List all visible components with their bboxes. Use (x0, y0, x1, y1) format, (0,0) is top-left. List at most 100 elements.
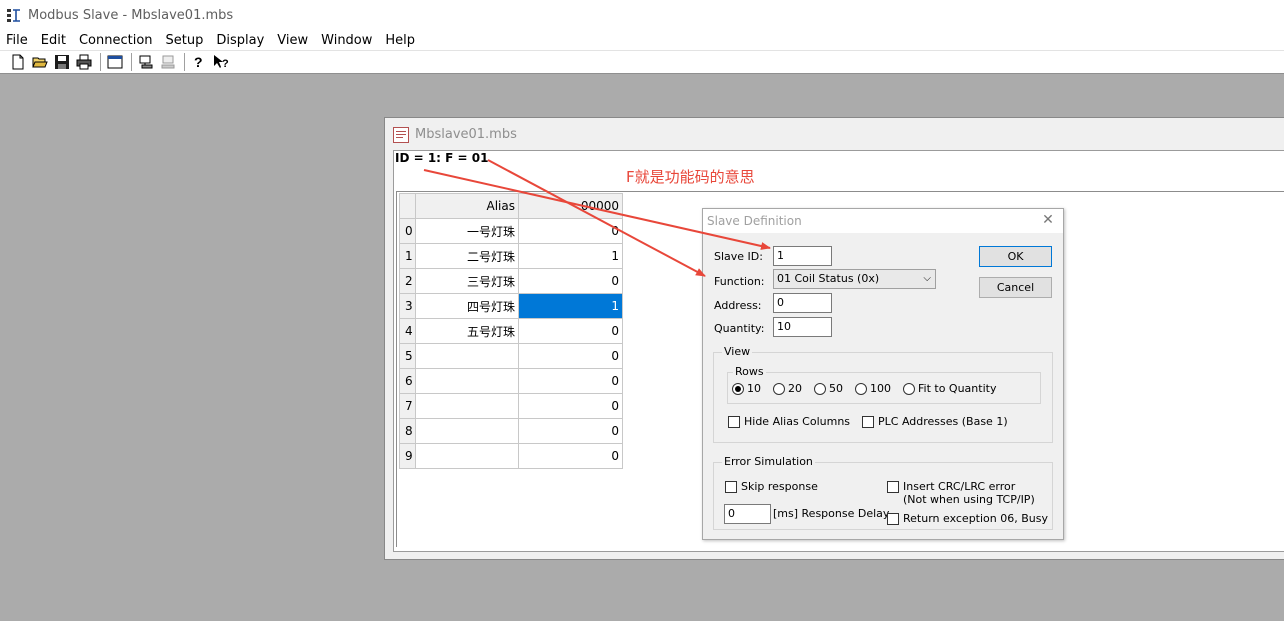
alias-cell[interactable]: 一号灯珠 (415, 218, 519, 244)
value-cell[interactable]: 0 (518, 443, 623, 469)
row-number[interactable]: 4 (399, 318, 416, 344)
rows-option-fit[interactable]: Fit to Quantity (903, 382, 996, 395)
hide-alias-checkbox[interactable]: Hide Alias Columns (728, 415, 850, 428)
checkbox-box[interactable] (887, 481, 899, 493)
row-number[interactable]: 8 (399, 418, 416, 444)
table-row[interactable]: 4 五号灯珠 0 (399, 318, 623, 344)
checkbox-box[interactable] (728, 416, 740, 428)
value-cell[interactable]: 0 (518, 218, 623, 244)
radio-button[interactable] (903, 382, 915, 395)
row-number[interactable]: 9 (399, 443, 416, 469)
response-delay-field[interactable]: 0 (724, 504, 771, 524)
checkbox-box[interactable] (725, 481, 737, 493)
alias-cell[interactable]: 四号灯珠 (415, 293, 519, 319)
alias-cell[interactable]: 五号灯珠 (415, 318, 519, 344)
alias-cell[interactable] (415, 343, 519, 369)
window-icon[interactable] (105, 52, 125, 72)
alias-column-header[interactable]: Alias (415, 193, 519, 219)
row-number[interactable]: 0 (399, 218, 416, 244)
rows-radio-group: 10 20 50 100 Fit to Quantity (732, 382, 1008, 395)
insert-crc-note: (Not when using TCP/IP) (903, 493, 1035, 506)
checkbox-box[interactable] (862, 416, 874, 428)
document-bottom-edge (393, 552, 1284, 558)
context-help-icon[interactable]: ? (211, 52, 231, 72)
function-select[interactable]: 01 Coil Status (0x) ⌵ (773, 269, 936, 289)
table-row[interactable]: 70 (399, 393, 623, 419)
document-title-bar[interactable]: Mbslave01.mbs (385, 118, 1284, 151)
value-cell[interactable]: 1 (518, 293, 623, 319)
rows-option-50[interactable]: 50 (814, 382, 843, 395)
chevron-down-icon: ⌵ (923, 273, 931, 284)
address-field[interactable]: 0 (773, 293, 832, 313)
disconnect-icon[interactable] (158, 52, 178, 72)
open-icon[interactable] (30, 52, 50, 72)
connect-icon[interactable] (136, 52, 156, 72)
print-icon[interactable] (74, 52, 94, 72)
alias-cell[interactable] (415, 443, 519, 469)
close-icon[interactable]: ✕ (1041, 213, 1055, 227)
table-row[interactable]: 0 一号灯珠 0 (399, 218, 623, 244)
checkbox-box[interactable] (887, 513, 899, 525)
menu-view[interactable]: View (277, 33, 308, 48)
plc-addresses-checkbox[interactable]: PLC Addresses (Base 1) (862, 415, 1008, 428)
rows-option-20[interactable]: 20 (773, 382, 802, 395)
new-icon[interactable] (8, 52, 28, 72)
radio-button[interactable] (814, 382, 826, 395)
alias-cell[interactable]: 二号灯珠 (415, 243, 519, 269)
app-title: Modbus Slave - Mbslave01.mbs (28, 7, 234, 23)
menu-connection[interactable]: Connection (79, 33, 153, 48)
cancel-button[interactable]: Cancel (979, 277, 1052, 298)
rows-option-10[interactable]: 10 (732, 382, 761, 395)
table-row[interactable]: 80 (399, 418, 623, 444)
dialog-title-bar[interactable]: Slave Definition ✕ (703, 209, 1063, 233)
table-row[interactable]: 60 (399, 368, 623, 394)
menu-help[interactable]: Help (385, 33, 415, 48)
value-cell[interactable]: 0 (518, 418, 623, 444)
value-cell[interactable]: 0 (518, 343, 623, 369)
value-cell[interactable]: 0 (518, 368, 623, 394)
radio-button-selected[interactable] (732, 382, 744, 395)
radio-button[interactable] (855, 382, 867, 395)
value-cell[interactable]: 1 (518, 243, 623, 269)
value-column-header[interactable]: 00000 (518, 193, 623, 219)
menu-setup[interactable]: Setup (166, 33, 204, 48)
row-number[interactable]: 7 (399, 393, 416, 419)
row-number[interactable]: 2 (399, 268, 416, 294)
row-number[interactable]: 3 (399, 293, 416, 319)
value-cell[interactable]: 0 (518, 393, 623, 419)
document-title: Mbslave01.mbs (415, 127, 517, 142)
slave-id-field[interactable]: 1 (773, 246, 832, 266)
menu-edit[interactable]: Edit (41, 33, 66, 48)
row-number[interactable]: 6 (399, 368, 416, 394)
skip-response-label: Skip response (741, 480, 818, 493)
table-row[interactable]: 50 (399, 343, 623, 369)
ok-button[interactable]: OK (979, 246, 1052, 267)
document-icon (393, 126, 409, 143)
insert-crc-checkbox[interactable]: Insert CRC/LRC error (Not when using TCP… (887, 480, 1035, 506)
menu-window[interactable]: Window (321, 33, 372, 48)
skip-response-checkbox[interactable]: Skip response (725, 480, 818, 493)
toolbar-separator (131, 53, 132, 71)
annotation-text: F就是功能码的意思 (626, 168, 755, 186)
table-row[interactable]: 90 (399, 443, 623, 469)
alias-cell[interactable]: 三号灯珠 (415, 268, 519, 294)
quantity-field[interactable]: 10 (773, 317, 832, 337)
table-row[interactable]: 3 四号灯珠 1 (399, 293, 623, 319)
alias-cell[interactable] (415, 368, 519, 394)
value-cell[interactable]: 0 (518, 318, 623, 344)
radio-button[interactable] (773, 382, 785, 395)
alias-cell[interactable] (415, 393, 519, 419)
row-number[interactable]: 5 (399, 343, 416, 369)
return-exception-checkbox[interactable]: Return exception 06, Busy (887, 512, 1048, 525)
menu-file[interactable]: File (6, 33, 28, 48)
alias-cell[interactable] (415, 418, 519, 444)
rows-option-100[interactable]: 100 (855, 382, 891, 395)
table-row[interactable]: 2 三号灯珠 0 (399, 268, 623, 294)
value-cell[interactable]: 0 (518, 268, 623, 294)
save-icon[interactable] (52, 52, 72, 72)
row-number[interactable]: 1 (399, 243, 416, 269)
menu-display[interactable]: Display (216, 33, 264, 48)
help-icon[interactable]: ? (189, 52, 209, 72)
table-row[interactable]: 1 二号灯珠 1 (399, 243, 623, 269)
menu-bar: File Edit Connection Setup Display View … (0, 30, 1284, 50)
